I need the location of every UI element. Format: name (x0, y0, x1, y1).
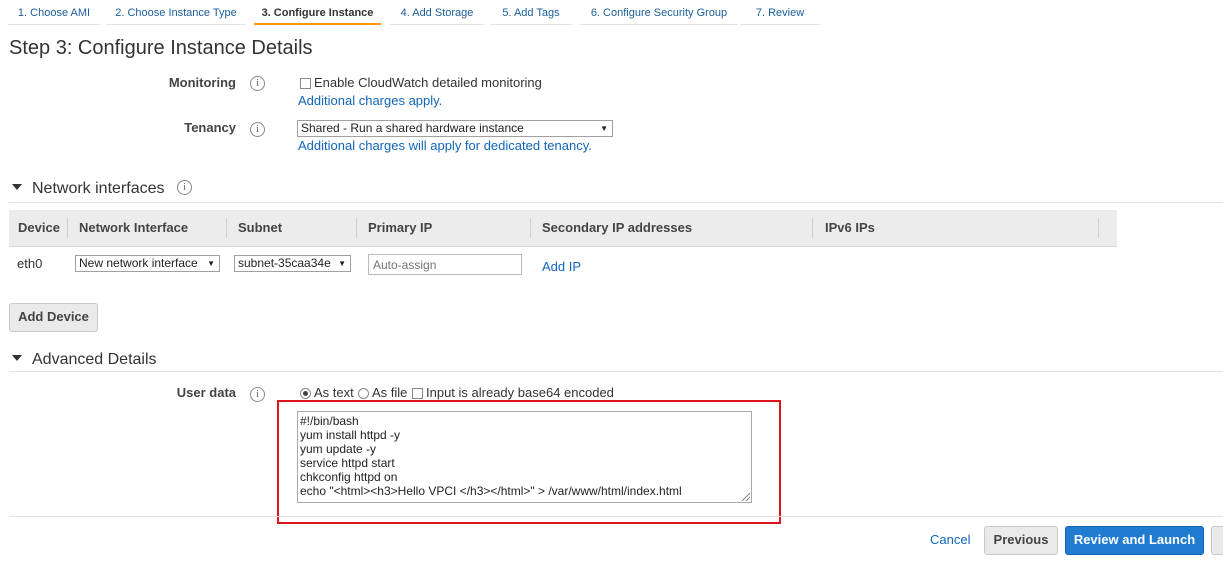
device-cell: eth0 (17, 256, 43, 271)
subnet-value: subnet-35caa34e (238, 256, 331, 270)
footer-divider (9, 516, 1223, 517)
as-file-label: As file (372, 385, 408, 400)
section-divider (9, 371, 1223, 372)
base64-label: Input is already base64 encoded (426, 385, 614, 400)
as-text-label: As text (314, 385, 354, 400)
column-device: Device (18, 220, 60, 235)
column-secondary-ip: Secondary IP addresses (542, 220, 693, 235)
network-table-header: Device Network Interface Subnet Primary … (9, 210, 1117, 247)
add-ip-link[interactable]: Add IP (542, 259, 581, 274)
base64-checkbox[interactable] (412, 388, 423, 399)
user-data-info-icon[interactable]: i (250, 387, 265, 402)
monitoring-charges-link[interactable]: Additional charges apply. (298, 93, 442, 108)
next-button[interactable] (1211, 526, 1223, 555)
page-title: Step 3: Configure Instance Details (9, 37, 313, 59)
user-data-label: User data (176, 385, 236, 400)
column-divider (1098, 218, 1099, 238)
network-interface-value: New network interface (79, 256, 198, 270)
column-divider (530, 218, 531, 238)
tab-choose-instance-type[interactable]: 2. Choose Instance Type (106, 0, 246, 25)
review-and-launch-button[interactable]: Review and Launch (1065, 526, 1204, 555)
chevron-down-icon: ▼ (336, 256, 346, 271)
advanced-details-title: Advanced Details (32, 351, 157, 368)
network-interfaces-title: Network interfaces (32, 180, 165, 197)
tab-configure-security-group[interactable]: 6. Configure Security Group (580, 0, 738, 25)
column-divider (226, 218, 227, 238)
add-device-button[interactable]: Add Device (9, 303, 98, 332)
tab-configure-instance[interactable]: 3. Configure Instance (254, 0, 381, 25)
column-network-interface: Network Interface (79, 220, 189, 235)
column-divider (67, 218, 68, 238)
tab-choose-ami[interactable]: 1. Choose AMI (8, 0, 100, 25)
subnet-select[interactable]: subnet-35caa34e ▼ (234, 255, 351, 272)
network-interface-select[interactable]: New network interface ▼ (75, 255, 220, 272)
advanced-details-heading[interactable]: Advanced Details (12, 351, 157, 369)
primary-ip-input[interactable] (368, 254, 522, 275)
as-text-radio[interactable] (300, 388, 311, 399)
column-divider (812, 218, 813, 238)
tenancy-info-icon[interactable]: i (250, 122, 265, 137)
annotation-highlight-box (277, 400, 781, 524)
column-ipv6-ips: IPv6 IPs (825, 220, 875, 235)
network-interfaces-heading[interactable]: Network interfaces (12, 180, 165, 198)
tenancy-select[interactable]: Shared - Run a shared hardware instance … (297, 120, 613, 137)
monitoring-label: Monitoring (168, 75, 236, 90)
as-file-radio[interactable] (358, 388, 369, 399)
section-divider (9, 202, 1223, 203)
cancel-link[interactable]: Cancel (930, 532, 970, 547)
previous-button[interactable]: Previous (984, 526, 1058, 555)
cloudwatch-checkbox-label: Enable CloudWatch detailed monitoring (314, 75, 542, 90)
column-divider (356, 218, 357, 238)
tab-review[interactable]: 7. Review (740, 0, 820, 25)
network-interfaces-info-icon[interactable]: i (177, 180, 192, 195)
tab-add-storage[interactable]: 4. Add Storage (390, 0, 484, 25)
chevron-down-icon: ▼ (598, 121, 608, 136)
cloudwatch-checkbox[interactable] (300, 78, 311, 89)
collapse-triangle-icon (12, 183, 22, 190)
collapse-triangle-icon (12, 354, 22, 361)
monitoring-info-icon[interactable]: i (250, 76, 265, 91)
column-primary-ip: Primary IP (368, 220, 433, 235)
tenancy-label: Tenancy (184, 120, 236, 135)
chevron-down-icon: ▼ (205, 256, 215, 271)
tenancy-charges-link[interactable]: Additional charges will apply for dedica… (298, 138, 592, 153)
tab-add-tags[interactable]: 5. Add Tags (490, 0, 572, 25)
tenancy-select-value: Shared - Run a shared hardware instance (301, 121, 524, 135)
column-subnet: Subnet (238, 220, 283, 235)
